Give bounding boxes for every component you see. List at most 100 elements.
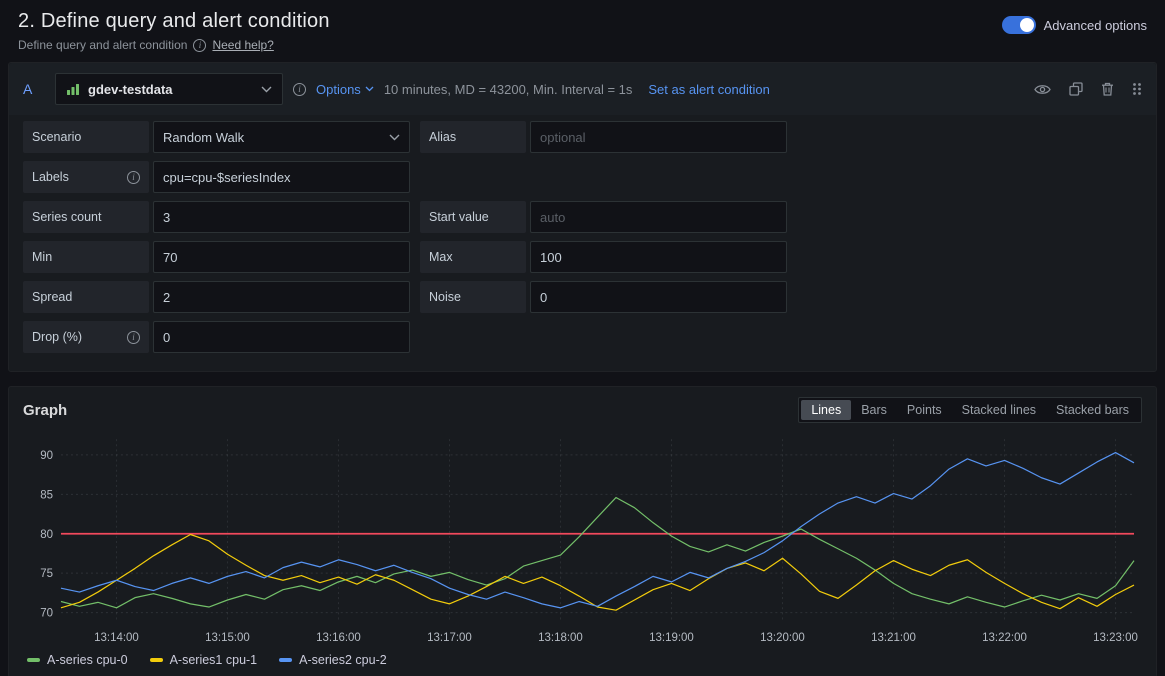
tab-lines[interactable]: Lines xyxy=(801,400,851,420)
noise-label-text: Noise xyxy=(429,290,461,304)
svg-text:80: 80 xyxy=(40,528,53,541)
max-label-text: Max xyxy=(429,250,453,264)
scenario-select[interactable]: Random Walk xyxy=(153,121,410,153)
toggle-knob xyxy=(1020,18,1034,32)
query-summary: 10 minutes, MD = 43200, Min. Interval = … xyxy=(384,82,633,97)
legend-item-cpu-1[interactable]: A-series1 cpu-1 xyxy=(150,653,258,667)
tab-bars[interactable]: Bars xyxy=(851,400,897,420)
max-input[interactable] xyxy=(530,241,787,273)
query-editor-panel: A gdev-testdata i Options 10 minutes, MD… xyxy=(8,62,1157,372)
svg-text:13:16:00: 13:16:00 xyxy=(316,631,361,644)
legend-label: A-series1 cpu-1 xyxy=(170,653,258,667)
series-count-label-text: Series count xyxy=(32,210,101,224)
svg-text:13:17:00: 13:17:00 xyxy=(427,631,472,644)
svg-text:13:18:00: 13:18:00 xyxy=(538,631,583,644)
form-row-min-max: Min Max xyxy=(23,241,1142,273)
datasource-name: gdev-testdata xyxy=(88,82,253,97)
delete-query-trash-icon[interactable] xyxy=(1101,82,1114,96)
chevron-down-icon xyxy=(389,134,400,141)
query-actions xyxy=(1034,82,1142,96)
advanced-options-toggle[interactable] xyxy=(1002,16,1036,34)
graph-title: Graph xyxy=(23,402,67,419)
page-subtitle: Define query and alert condition xyxy=(18,38,187,52)
svg-text:13:15:00: 13:15:00 xyxy=(205,631,250,644)
spread-input[interactable] xyxy=(153,281,410,313)
page-header: 2. Define query and alert condition Defi… xyxy=(8,8,1157,62)
subtitle-info-icon: i xyxy=(193,39,206,52)
series-count-label: Series count xyxy=(23,201,149,233)
min-input[interactable] xyxy=(153,241,410,273)
drop-info-icon[interactable]: i xyxy=(127,331,140,344)
page: 2. Define query and alert condition Defi… xyxy=(0,0,1165,676)
datasource-picker[interactable]: gdev-testdata xyxy=(55,73,283,105)
alias-label: Alias xyxy=(420,121,526,153)
start-value-input[interactable] xyxy=(530,201,787,233)
spread-label-text: Spread xyxy=(32,290,72,304)
form-row-drop: Drop (%) i xyxy=(23,321,1142,353)
series-count-input[interactable] xyxy=(153,201,410,233)
svg-text:85: 85 xyxy=(40,488,53,501)
page-subtitle-row: Define query and alert condition i Need … xyxy=(18,38,330,52)
alias-label-text: Alias xyxy=(429,130,456,144)
svg-text:13:22:00: 13:22:00 xyxy=(982,631,1027,644)
drop-field: Drop (%) i xyxy=(23,321,410,353)
scenario-field: Scenario Random Walk xyxy=(23,121,410,153)
svg-text:13:14:00: 13:14:00 xyxy=(94,631,139,644)
drop-input[interactable] xyxy=(153,321,410,353)
legend-label: A-series cpu-0 xyxy=(47,653,128,667)
drag-handle-icon[interactable] xyxy=(1132,82,1142,96)
disable-query-eye-icon[interactable] xyxy=(1034,83,1051,96)
labels-input[interactable] xyxy=(153,161,410,193)
drop-label-text: Drop (%) xyxy=(32,330,82,344)
timeseries-chart[interactable]: 13:14:00 13:15:00 13:16:00 13:17:00 13:18:00… xyxy=(23,431,1142,649)
tab-stacked-lines[interactable]: Stacked lines xyxy=(952,400,1046,420)
legend-color-chip xyxy=(27,658,40,662)
labels-field: Labels i xyxy=(23,161,410,193)
svg-text:13:23:00: 13:23:00 xyxy=(1093,631,1138,644)
tab-stacked-bars[interactable]: Stacked bars xyxy=(1046,400,1139,420)
svg-text:13:19:00: 13:19:00 xyxy=(649,631,694,644)
labels-label: Labels i xyxy=(23,161,149,193)
min-field: Min xyxy=(23,241,410,273)
page-title: 2. Define query and alert condition xyxy=(18,10,330,33)
start-value-label-text: Start value xyxy=(429,210,489,224)
duplicate-query-icon[interactable] xyxy=(1069,82,1083,96)
alias-input[interactable] xyxy=(530,121,787,153)
svg-text:90: 90 xyxy=(40,449,53,462)
noise-label: Noise xyxy=(420,281,526,313)
query-ref-id[interactable]: A xyxy=(23,81,45,97)
options-label: Options xyxy=(316,82,361,97)
tab-points[interactable]: Points xyxy=(897,400,952,420)
legend-color-chip xyxy=(150,658,163,662)
chevron-down-icon xyxy=(261,86,272,93)
max-label: Max xyxy=(420,241,526,273)
form-row-labels: Labels i xyxy=(23,161,1142,193)
drop-label: Drop (%) i xyxy=(23,321,149,353)
scenario-label: Scenario xyxy=(23,121,149,153)
noise-field: Noise xyxy=(420,281,787,313)
legend-color-chip xyxy=(279,658,292,662)
testdata-datasource-icon xyxy=(66,82,80,96)
spread-field: Spread xyxy=(23,281,410,313)
spread-label: Spread xyxy=(23,281,149,313)
query-form: Scenario Random Walk Alias Labels i xyxy=(9,115,1156,371)
datasource-info-icon[interactable]: i xyxy=(293,83,306,96)
form-row-spread-noise: Spread Noise xyxy=(23,281,1142,313)
options-button[interactable]: Options xyxy=(316,82,374,97)
set-alert-condition-link[interactable]: Set as alert condition xyxy=(648,82,769,97)
graph-mode-tabs: Lines Bars Points Stacked lines Stacked … xyxy=(798,397,1142,423)
scenario-value: Random Walk xyxy=(163,130,244,145)
form-row-series-count: Series count Start value xyxy=(23,201,1142,233)
query-header-row: A gdev-testdata i Options 10 minutes, MD… xyxy=(9,63,1156,115)
need-help-link[interactable]: Need help? xyxy=(212,38,273,52)
legend-item-cpu-2[interactable]: A-series2 cpu-2 xyxy=(279,653,387,667)
noise-input[interactable] xyxy=(530,281,787,313)
min-label-text: Min xyxy=(32,250,52,264)
labels-info-icon[interactable]: i xyxy=(127,171,140,184)
chart-svg: 13:14:00 13:15:00 13:16:00 13:17:00 13:18:00… xyxy=(23,431,1142,649)
page-header-left: 2. Define query and alert condition Defi… xyxy=(18,10,330,52)
legend-label: A-series2 cpu-2 xyxy=(299,653,387,667)
alias-field: Alias xyxy=(420,121,787,153)
svg-text:13:20:00: 13:20:00 xyxy=(760,631,805,644)
legend-item-cpu-0[interactable]: A-series cpu-0 xyxy=(27,653,128,667)
